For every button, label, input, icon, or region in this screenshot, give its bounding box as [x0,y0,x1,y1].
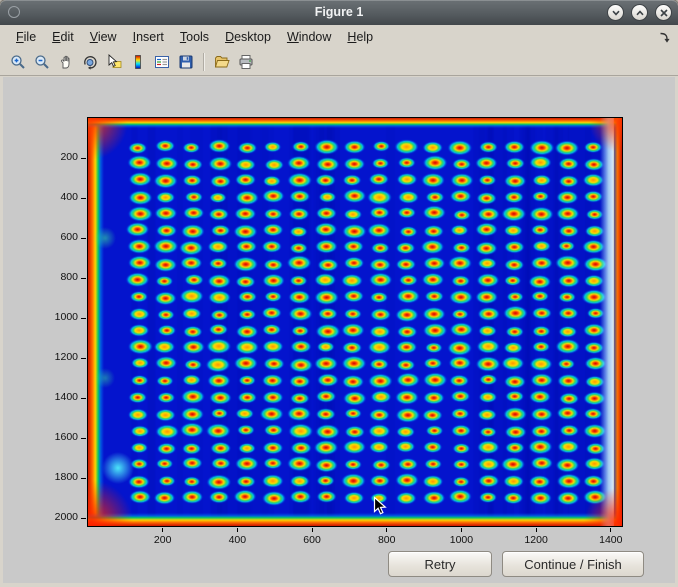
window-controls [607,4,672,21]
menu-tools[interactable]: Tools [172,28,217,46]
dock-figure-icon[interactable] [658,30,670,48]
plot-canvas[interactable] [88,118,622,526]
close-icon [659,8,669,18]
menubar: File Edit View Insert Tools Desktop Wind… [0,25,678,48]
menu-edit[interactable]: Edit [44,28,82,46]
plot-axes[interactable] [87,117,623,527]
menu-insert[interactable]: Insert [125,28,172,46]
continue-finish-button[interactable]: Continue / Finish [502,551,644,577]
data-cursor-icon [106,54,122,70]
shade-button[interactable] [607,4,624,21]
chevron-down-icon [611,8,621,18]
rotate-3d-icon [82,54,98,70]
zoom-out-button[interactable] [30,50,54,74]
toolbar-separator [203,53,205,71]
zoom-in-button[interactable] [6,50,30,74]
open-folder-icon [214,54,230,70]
open-file-button[interactable] [210,50,234,74]
insert-colorbar-button[interactable] [126,50,150,74]
close-button[interactable] [655,4,672,21]
pan-hand-icon [58,54,74,70]
colorbar-icon [130,54,146,70]
toolbar [0,48,678,76]
print-figure-button[interactable] [234,50,258,74]
maximize-button[interactable] [631,4,648,21]
save-figure-button[interactable] [174,50,198,74]
rotate-3d-button[interactable] [78,50,102,74]
data-cursor-button[interactable] [102,50,126,74]
legend-icon [154,54,170,70]
menu-view[interactable]: View [82,28,125,46]
insert-legend-button[interactable] [150,50,174,74]
zoom-out-icon [34,54,50,70]
chevron-up-icon [635,8,645,18]
menu-window[interactable]: Window [279,28,339,46]
menu-desktop[interactable]: Desktop [217,28,279,46]
menu-help[interactable]: Help [339,28,381,46]
pan-button[interactable] [54,50,78,74]
printer-icon [238,54,254,70]
figure-window: Figure 1 File Edit View Insert Tools Des… [0,0,678,587]
save-icon [178,54,194,70]
titlebar[interactable]: Figure 1 [0,0,678,25]
zoom-in-icon [10,54,26,70]
window-title: Figure 1 [0,0,678,25]
retry-button[interactable]: Retry [388,551,492,577]
menu-file[interactable]: File [8,28,44,46]
